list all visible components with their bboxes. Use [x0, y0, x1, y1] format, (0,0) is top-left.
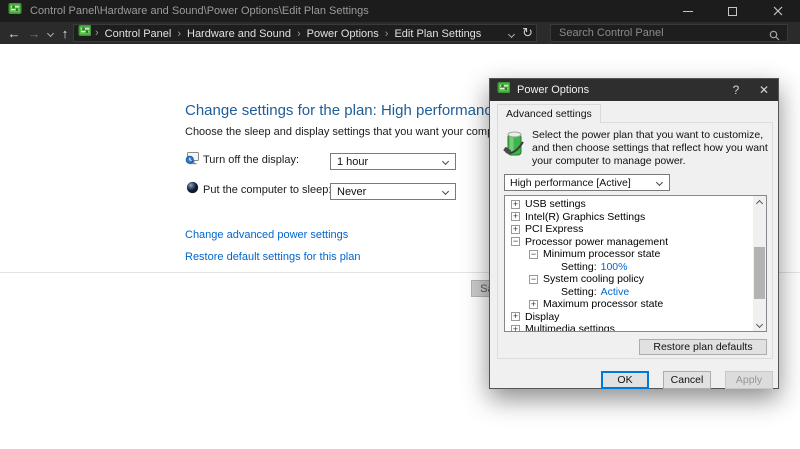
address-dropdown-chevron-icon[interactable]: [509, 24, 514, 42]
turn-off-display-label: Turn off the display:: [203, 154, 299, 166]
chevron-down-icon: [442, 188, 449, 195]
tree-item[interactable]: −Minimum processor state: [505, 248, 753, 261]
tree-scrollbar[interactable]: [753, 196, 766, 331]
tree-item[interactable]: Setting:Active: [505, 286, 753, 299]
restore-plan-defaults-button[interactable]: Restore plan defaults: [639, 339, 767, 355]
back-button[interactable]: ←: [4, 22, 24, 44]
breadcrumb-separator-icon: ›: [173, 28, 185, 40]
tree-item-value[interactable]: 100%: [601, 261, 628, 273]
scroll-up-icon[interactable]: [753, 196, 766, 208]
window-title: Control Panel\Hardware and Sound\Power O…: [30, 5, 369, 17]
power-options-dialog: Power Options ? ✕ Advanced settings Sele…: [489, 78, 779, 389]
expand-icon[interactable]: +: [529, 300, 538, 309]
tree-item[interactable]: + Intel(R) Graphics Settings: [505, 211, 753, 224]
apply-button: Apply: [725, 371, 773, 389]
window-titlebar: Control Panel\Hardware and Sound\Power O…: [0, 0, 800, 22]
tree-item-label: Intel(R) Graphics Settings: [525, 211, 645, 223]
tree-item-label: USB settings: [525, 198, 586, 210]
restore-default-settings-link[interactable]: Restore default settings for this plan: [185, 251, 360, 263]
breadcrumb: Control Panel›Hardware and Sound›Power O…: [103, 24, 484, 42]
maximize-button[interactable]: [710, 0, 755, 22]
close-button[interactable]: [755, 0, 800, 22]
tree-item-label: PCI Express: [525, 223, 583, 235]
collapse-icon[interactable]: −: [529, 275, 538, 284]
tree-item[interactable]: + Maximum processor state: [505, 298, 753, 311]
tree-item-label: Setting:Active: [561, 286, 629, 298]
cancel-button[interactable]: Cancel: [663, 371, 711, 389]
chevron-down-icon: [442, 158, 449, 165]
expand-icon[interactable]: +: [511, 200, 520, 209]
dialog-description: Select the power plan that you want to c…: [532, 129, 770, 168]
up-button[interactable]: ↑: [56, 22, 74, 44]
dialog-tab-page: Select the power plan that you want to c…: [497, 122, 773, 359]
power-plan-select[interactable]: High performance [Active]: [504, 174, 670, 191]
collapse-icon[interactable]: −: [529, 250, 538, 259]
address-bar[interactable]: › Control Panel›Hardware and Sound›Power…: [73, 24, 537, 42]
breadcrumb-item[interactable]: Power Options: [305, 28, 381, 40]
put-to-sleep-select[interactable]: Never: [330, 183, 456, 200]
dialog-help-button[interactable]: ?: [722, 79, 750, 101]
search-input[interactable]: Search Control Panel: [550, 24, 788, 42]
put-to-sleep-value: Never: [337, 186, 366, 198]
recent-locations-chevron-icon[interactable]: [44, 22, 56, 44]
tab-advanced-settings[interactable]: Advanced settings: [497, 104, 601, 123]
collapse-icon[interactable]: −: [511, 237, 520, 246]
refresh-icon[interactable]: ↻: [522, 25, 533, 41]
tree-item[interactable]: + Display: [505, 311, 753, 324]
tree-item[interactable]: Setting:100%: [505, 261, 753, 274]
breadcrumb-item[interactable]: Hardware and Sound: [185, 28, 293, 40]
ok-button[interactable]: OK: [601, 371, 649, 389]
tree-item-label: Multimedia settings: [525, 323, 615, 332]
display-clock-icon: [185, 151, 200, 171]
sleep-moon-icon: [186, 181, 199, 199]
tree-item-label: Display: [525, 311, 559, 323]
expand-icon[interactable]: +: [511, 212, 520, 221]
search-placeholder: Search Control Panel: [559, 27, 664, 39]
control-panel-icon: [8, 2, 22, 21]
close-icon: [773, 6, 783, 16]
tree-item[interactable]: −System cooling policy: [505, 273, 753, 286]
tree-item-label: Minimum processor state: [543, 248, 660, 260]
maximize-icon: [728, 7, 737, 16]
page-title: Change settings for the plan: High perfo…: [185, 102, 500, 119]
chevron-down-icon: [656, 179, 663, 186]
dialog-titlebar[interactable]: Power Options ? ✕: [490, 79, 778, 101]
breadcrumb-item[interactable]: Edit Plan Settings: [392, 28, 483, 40]
tree-item-label: Maximum processor state: [543, 298, 663, 310]
power-plan-value: High performance [Active]: [510, 177, 631, 189]
tree-item[interactable]: + PCI Express: [505, 223, 753, 236]
expand-icon[interactable]: +: [511, 225, 520, 234]
expand-icon[interactable]: +: [511, 325, 520, 332]
tree-item-label: Processor power management: [525, 236, 668, 248]
turn-off-display-select[interactable]: 1 hour: [330, 153, 456, 170]
turn-off-display-value: 1 hour: [337, 156, 368, 168]
power-options-icon: [497, 81, 510, 99]
dialog-close-button[interactable]: ✕: [750, 79, 778, 101]
tree-item-label: System cooling policy: [543, 273, 644, 285]
breadcrumb-separator-icon: ›: [91, 27, 103, 39]
battery-plug-icon: [503, 130, 527, 163]
minimize-icon: [683, 11, 693, 12]
tree-item[interactable]: + Multimedia settings: [505, 323, 753, 332]
dialog-title: Power Options: [517, 84, 589, 96]
tree-item[interactable]: + USB settings: [505, 198, 753, 211]
tree-item-label: Setting:100%: [561, 261, 627, 273]
scrollbar-thumb[interactable]: [754, 247, 765, 299]
change-advanced-power-settings-link[interactable]: Change advanced power settings: [185, 229, 348, 241]
breadcrumb-separator-icon: ›: [381, 28, 393, 40]
scroll-down-icon[interactable]: [753, 319, 766, 331]
advanced-settings-tree: + USB settings + Intel(R) Graphics Settings…: [504, 195, 767, 332]
control-panel-icon: [78, 24, 91, 42]
navigation-toolbar: ← → ↑ › Control Panel›Hardware and Sound…: [0, 22, 800, 44]
tree-item[interactable]: −Processor power management: [505, 236, 753, 249]
expand-icon[interactable]: +: [511, 312, 520, 321]
put-to-sleep-label: Put the computer to sleep:: [203, 184, 331, 196]
breadcrumb-separator-icon: ›: [293, 28, 305, 40]
tree-item-value[interactable]: Active: [601, 286, 630, 298]
forward-button[interactable]: →: [24, 22, 44, 44]
breadcrumb-item[interactable]: Control Panel: [103, 28, 174, 40]
minimize-button[interactable]: [665, 0, 710, 22]
